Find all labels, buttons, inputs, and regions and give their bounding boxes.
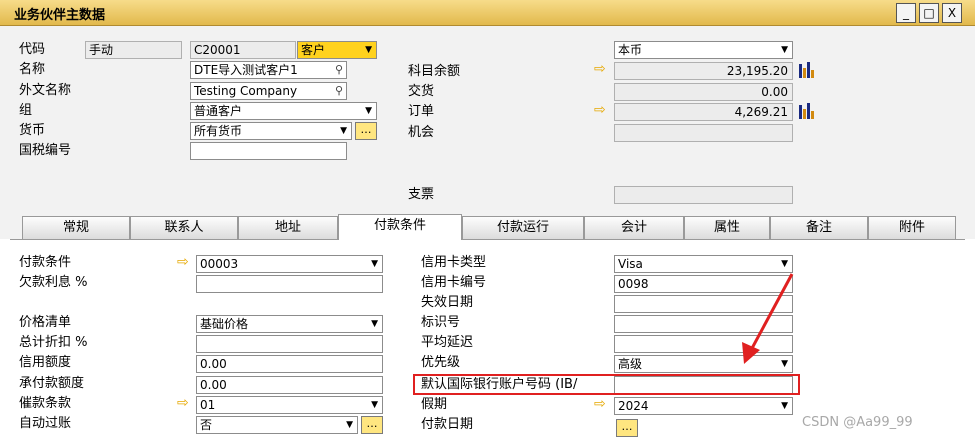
code-label: 代码 [19,42,46,57]
right-arrow-icon[interactable]: ⇨ [594,61,606,77]
chevron-down-icon: ▼ [365,45,372,55]
account-balance-value: 23,195.20 [614,62,793,80]
id-number-label: 标识号 [421,315,461,330]
chevron-down-icon: ▼ [371,400,378,410]
annotation-highlight-box [413,374,800,395]
tab-accounting[interactable]: 会计 [584,216,684,239]
bar-chart-icon[interactable] [799,103,819,119]
card-type-label: 信用卡类型 [421,255,487,270]
credit-limit-input[interactable]: 0.00 [196,355,383,373]
right-arrow-icon[interactable]: ⇨ [594,102,606,118]
chevron-down-icon: ▼ [340,126,347,136]
commitment-limit-label: 承付款额度 [19,376,85,391]
chevron-down-icon: ▼ [371,319,378,329]
orders-label: 订单 [408,104,435,119]
link-icon[interactable]: ⚲ [335,83,343,99]
deliveries-value: 0.00 [614,83,793,101]
holidays-select[interactable]: 2024 ▼ [614,397,793,415]
orders-value: 4,269.21 [614,103,793,121]
payment-dates-label: 付款日期 [421,417,474,432]
close-button[interactable]: X [942,3,962,23]
window-titlebar [0,0,975,26]
checks-value [614,186,793,204]
opportunities-value [614,124,793,142]
right-arrow-icon[interactable]: ⇨ [177,395,189,411]
local-currency-select[interactable]: 本币 ▼ [614,41,793,59]
chevron-down-icon: ▼ [365,106,372,116]
name-label: 名称 [19,62,46,77]
opportunities-label: 机会 [408,125,435,140]
group-select[interactable]: 普通客户 ▼ [190,102,377,120]
payment-terms-label: 付款条件 [19,255,72,270]
interest-input[interactable] [196,275,383,293]
right-arrow-icon[interactable]: ⇨ [594,396,606,412]
checks-label: 支票 [408,187,435,202]
priority-label: 优先级 [421,355,461,370]
tab-addresses[interactable]: 地址 [238,216,338,239]
deliveries-label: 交货 [408,84,435,99]
tab-contacts[interactable]: 联系人 [130,216,238,239]
dunning-terms-select[interactable]: 01 ▼ [196,396,383,414]
name-input[interactable]: DTE导入测试客户1 ⚲ [190,61,347,79]
group-label: 组 [19,103,33,118]
total-discount-label: 总计折扣 % [19,335,88,350]
bp-type-select[interactable]: 客户 ▼ [297,41,377,59]
currency-label: 货币 [19,123,46,138]
tax-id-label: 国税编号 [19,143,72,158]
chevron-down-icon: ▼ [781,401,788,411]
commitment-limit-input[interactable]: 0.00 [196,376,383,394]
expiry-date-label: 失效日期 [421,295,474,310]
dunning-terms-label: 催款条款 [19,396,72,411]
payment-terms-select[interactable]: 00003 ▼ [196,255,383,273]
price-list-select[interactable]: 基础价格 ▼ [196,315,383,333]
chevron-down-icon: ▼ [371,259,378,269]
code-mode-select[interactable]: 手动 [85,41,182,59]
tab-payment-run[interactable]: 付款运行 [462,216,584,239]
tax-id-input[interactable] [190,142,347,160]
currency-choose-button[interactable]: … [355,122,377,140]
credit-limit-label: 信用额度 [19,355,72,370]
average-delay-label: 平均延迟 [421,335,474,350]
tab-payment-terms[interactable]: 付款条件 [338,214,462,240]
card-number-label: 信用卡编号 [421,275,487,290]
foreign-name-input[interactable]: Testing Company ⚲ [190,82,347,100]
chevron-down-icon: ▼ [781,45,788,55]
foreign-name-label: 外文名称 [19,83,72,98]
tab-properties[interactable]: 属性 [684,216,770,239]
restore-button[interactable]: □ [919,3,939,23]
total-discount-input[interactable] [196,335,383,353]
code-input[interactable]: C20001 [190,41,296,59]
currency-select[interactable]: 所有货币 ▼ [190,122,352,140]
auto-post-select[interactable]: 否 ▼ [196,416,358,434]
tab-general[interactable]: 常规 [22,216,130,239]
window-title: 业务伙伴主数据 [14,8,106,23]
watermark: CSDN @Aa99_99 [802,415,913,430]
tab-attachments[interactable]: 附件 [868,216,956,239]
price-list-label: 价格清单 [19,315,72,330]
right-arrow-icon[interactable]: ⇨ [177,254,189,270]
payment-terms-panel [10,239,965,443]
chevron-down-icon: ▼ [346,420,353,430]
minimize-button[interactable]: _ [896,3,916,23]
holidays-label: 假期 [421,397,448,412]
link-icon[interactable]: ⚲ [335,62,343,78]
account-balance-label: 科目余额 [408,64,461,79]
auto-post-label: 自动过账 [19,416,72,431]
auto-post-choose-button[interactable]: … [361,416,383,434]
tab-remarks[interactable]: 备注 [770,216,868,239]
annotation-arrow-icon [742,273,794,364]
bar-chart-icon[interactable] [799,62,819,78]
payment-dates-choose-button[interactable]: … [616,419,638,437]
interest-label: 欠款利息 % [19,275,88,290]
